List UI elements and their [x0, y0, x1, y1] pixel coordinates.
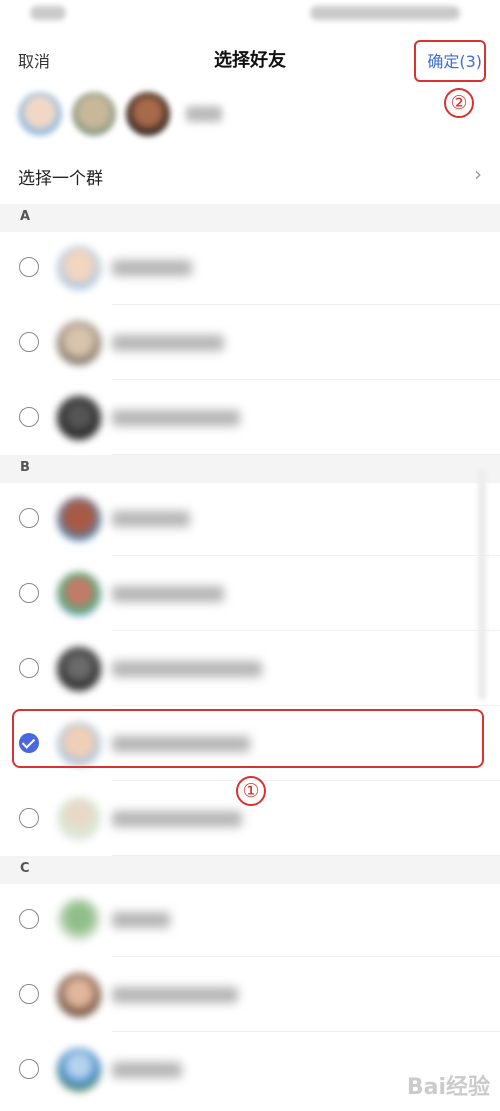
contact-row[interactable]: [0, 305, 500, 380]
radio-unchecked-icon[interactable]: [19, 808, 39, 828]
avatar: [57, 647, 101, 691]
annotation-step-1: ①: [236, 776, 266, 806]
avatar: [57, 797, 101, 841]
selected-friends-strip: [0, 86, 500, 142]
selected-avatar[interactable]: [18, 92, 62, 136]
status-bar: [0, 0, 500, 34]
contact-name: [112, 260, 192, 276]
status-time: [30, 6, 66, 20]
avatar: [57, 246, 101, 290]
radio-unchecked-icon[interactable]: [19, 257, 39, 277]
contact-name: [112, 811, 242, 827]
section-letter: A: [20, 209, 31, 224]
selected-avatar[interactable]: [126, 92, 170, 136]
contact-name: [112, 410, 240, 426]
watermark-logo: Bai经验: [406, 1075, 490, 1100]
radio-unchecked-icon[interactable]: [19, 508, 39, 528]
avatar: [57, 1048, 101, 1092]
contact-name: [112, 511, 190, 527]
radio-unchecked-icon[interactable]: [19, 332, 39, 352]
avatar: [57, 396, 101, 440]
contact-row[interactable]: [0, 957, 500, 1032]
chevron-right-icon: ›: [474, 162, 482, 186]
radio-unchecked-icon[interactable]: [19, 984, 39, 1004]
avatar: [57, 572, 101, 616]
section-header-c: C: [0, 856, 500, 884]
contact-row[interactable]: [0, 481, 500, 556]
annotation-step-2: ②: [444, 88, 474, 118]
radio-unchecked-icon[interactable]: [19, 407, 39, 427]
contact-row[interactable]: [0, 882, 500, 957]
radio-unchecked-icon[interactable]: [19, 909, 39, 929]
avatar: [57, 898, 101, 942]
contact-name: [112, 335, 224, 351]
section-header-b: B: [0, 455, 500, 483]
avatar: [57, 321, 101, 365]
select-group-row[interactable]: 选择一个群 ›: [0, 148, 500, 204]
contact-row[interactable]: [0, 380, 500, 455]
selected-avatar[interactable]: [72, 92, 116, 136]
contact-name: [112, 661, 262, 677]
radio-unchecked-icon[interactable]: [19, 658, 39, 678]
contact-name: [112, 1062, 182, 1078]
avatar: [57, 497, 101, 541]
contact-row[interactable]: [0, 631, 500, 706]
status-icons: [310, 6, 460, 20]
contact-name: [112, 912, 170, 928]
annotation-box-confirm: [414, 40, 486, 82]
radio-unchecked-icon[interactable]: [19, 583, 39, 603]
section-letter: B: [20, 460, 30, 475]
select-group-label: 选择一个群: [18, 169, 103, 189]
annotation-box-selected-row: [12, 709, 484, 768]
contact-name: [112, 987, 238, 1003]
radio-unchecked-icon[interactable]: [19, 1059, 39, 1079]
section-letter: C: [20, 861, 30, 876]
contact-name: [112, 586, 224, 602]
alphabet-index-bar[interactable]: [478, 470, 486, 700]
section-header-a: A: [0, 204, 500, 232]
avatar: [57, 973, 101, 1017]
selected-name-placeholder: [186, 106, 222, 122]
contact-row[interactable]: [0, 556, 500, 631]
contact-row[interactable]: [0, 230, 500, 305]
